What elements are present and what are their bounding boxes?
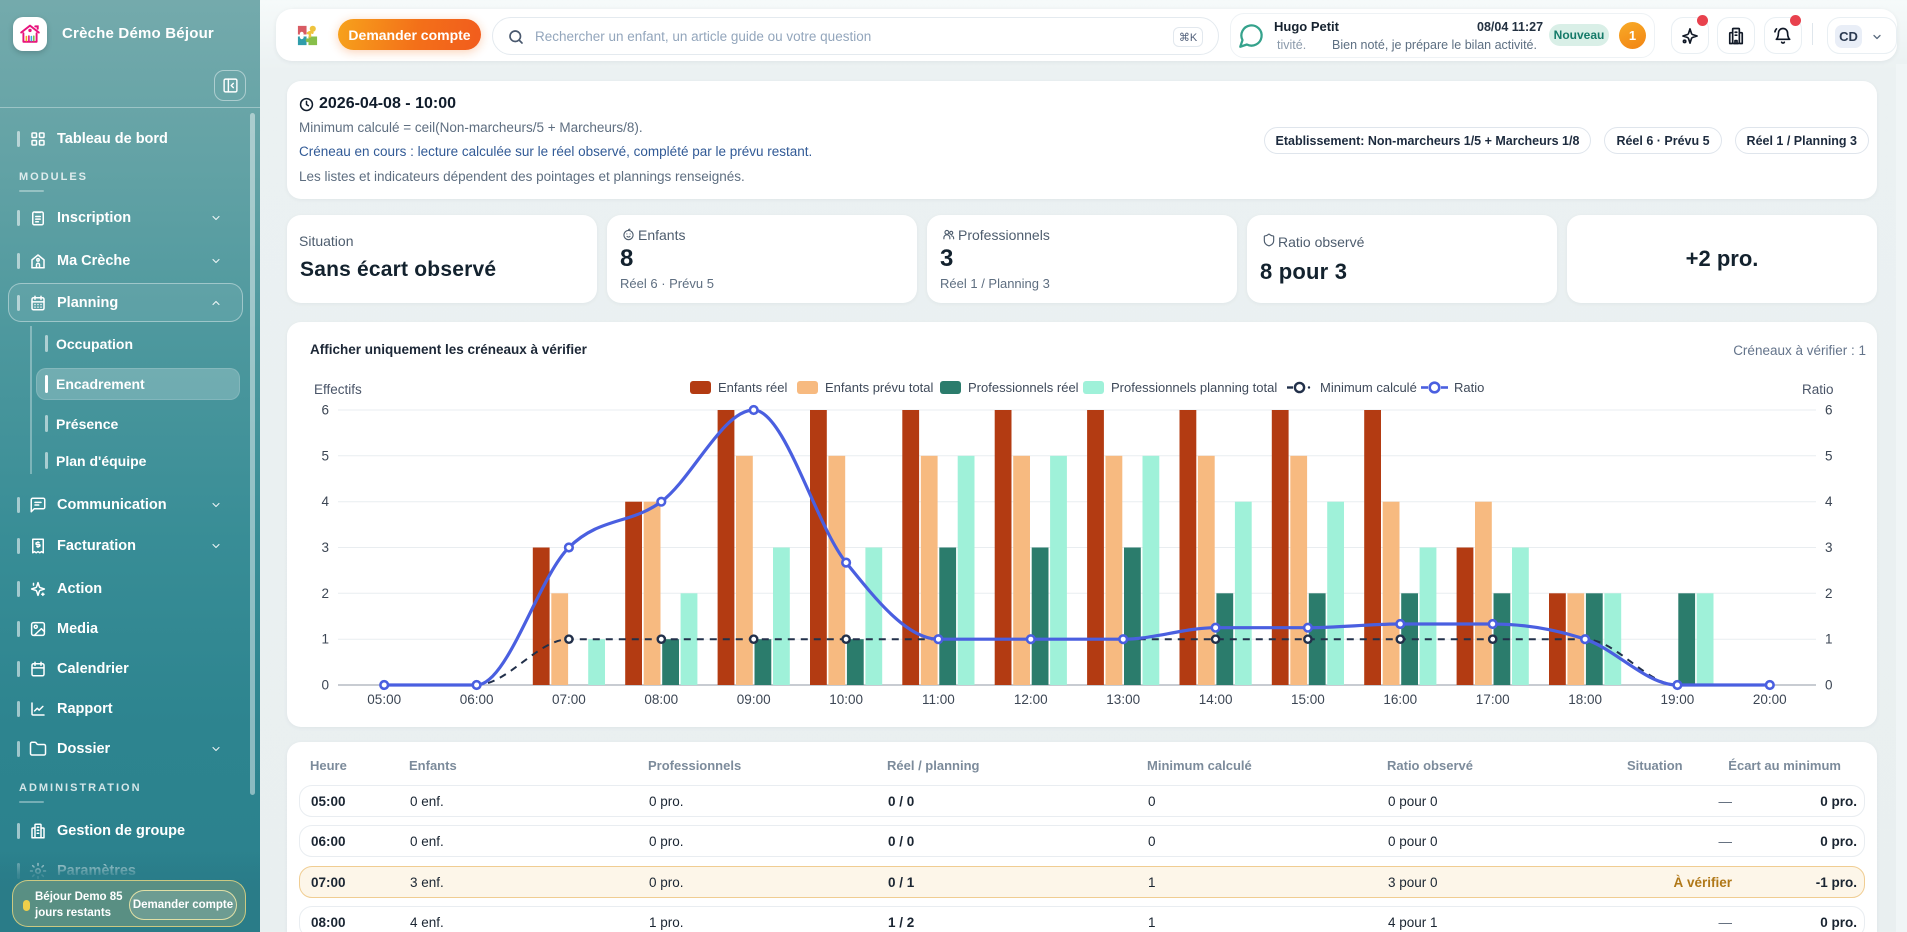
svg-text:1: 1: [321, 632, 329, 647]
svg-text:20:00: 20:00: [1753, 692, 1787, 707]
svg-text:12:00: 12:00: [1014, 692, 1048, 707]
svg-text:3: 3: [1825, 540, 1833, 555]
svg-text:13:00: 13:00: [1106, 692, 1140, 707]
svg-text:0: 0: [321, 678, 329, 693]
svg-text:14:00: 14:00: [1199, 692, 1233, 707]
svg-text:05:00: 05:00: [367, 692, 401, 707]
svg-text:16:00: 16:00: [1383, 692, 1417, 707]
svg-text:07:00: 07:00: [552, 692, 586, 707]
svg-text:18:00: 18:00: [1568, 692, 1602, 707]
svg-text:19:00: 19:00: [1661, 692, 1695, 707]
svg-text:10:00: 10:00: [829, 692, 863, 707]
svg-text:2: 2: [1825, 586, 1833, 601]
svg-text:3: 3: [321, 540, 329, 555]
svg-text:2: 2: [321, 586, 329, 601]
svg-text:6: 6: [321, 403, 329, 418]
svg-text:5: 5: [321, 448, 329, 463]
svg-text:6: 6: [1825, 403, 1833, 418]
svg-text:17:00: 17:00: [1476, 692, 1510, 707]
svg-text:4: 4: [321, 494, 329, 509]
svg-text:08:00: 08:00: [644, 692, 678, 707]
svg-text:1: 1: [1825, 632, 1833, 647]
svg-text:09:00: 09:00: [737, 692, 771, 707]
svg-text:4: 4: [1825, 494, 1833, 509]
svg-text:0: 0: [1825, 678, 1833, 693]
svg-text:06:00: 06:00: [460, 692, 494, 707]
svg-text:11:00: 11:00: [922, 692, 955, 707]
svg-text:5: 5: [1825, 448, 1833, 463]
svg-text:15:00: 15:00: [1291, 692, 1325, 707]
